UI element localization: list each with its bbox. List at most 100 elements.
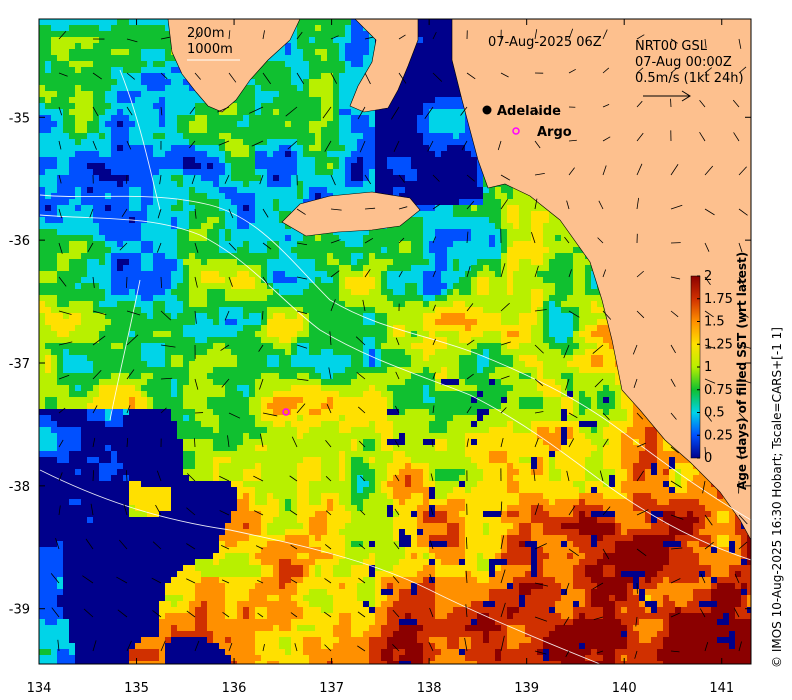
sst-age-cell: [291, 127, 298, 134]
sst-age-cell: [249, 157, 256, 164]
sst-age-cell: [63, 43, 70, 50]
sst-age-cell: [411, 109, 418, 116]
sst-age-cell: [135, 241, 142, 248]
sst-age-cell: [309, 49, 316, 56]
sst-age-cell: [117, 55, 124, 62]
sst-age-cell: [75, 91, 82, 98]
sst-age-cell: [99, 247, 106, 254]
sst-age-cell: [147, 97, 154, 104]
sst-age-cell: [381, 151, 388, 158]
sst-age-cell: [297, 109, 304, 116]
sst-age-cell: [135, 19, 142, 26]
sst-age-cell: [237, 121, 244, 128]
sst-age-cell: [45, 211, 52, 218]
sst-age-cell: [453, 205, 460, 212]
sst-age-cell: [471, 211, 478, 218]
sst-age-cell: [333, 145, 340, 152]
sst-age-cell: [489, 187, 496, 194]
sst-age-cell: [129, 19, 136, 26]
sst-age-cell: [237, 169, 244, 176]
sst-age-cell: [69, 175, 76, 182]
sst-age-cell: [261, 127, 268, 134]
sst-age-cell: [417, 253, 424, 260]
sst-age-cell: [117, 163, 124, 170]
sst-age-cell: [39, 19, 46, 26]
sst-age-cell: [117, 139, 124, 146]
sst-age-cell: [39, 121, 46, 128]
sst-age-cell: [261, 169, 268, 176]
sst-age-cell: [369, 145, 376, 152]
sst-age-cell: [285, 85, 292, 92]
sst-age-cell: [141, 109, 148, 116]
sst-age-cell: [201, 181, 208, 188]
sst-age-cell: [69, 187, 76, 194]
sst-age-cell: [159, 145, 166, 152]
sst-age-cell: [219, 127, 226, 134]
sst-age-cell: [357, 67, 364, 74]
sst-age-cell: [477, 205, 484, 212]
sst-age-cell: [351, 157, 358, 164]
sst-age-cell: [207, 169, 214, 176]
sst-age-cell: [387, 109, 394, 116]
sst-age-cell: [147, 19, 154, 26]
sst-age-cell: [465, 193, 472, 200]
sst-age-cell: [417, 55, 424, 62]
sst-age-cell: [153, 61, 160, 68]
sst-age-cell: [435, 241, 442, 248]
sst-age-cell: [321, 265, 328, 272]
sst-age-cell: [363, 253, 370, 260]
sst-age-cell: [507, 193, 514, 200]
sst-age-cell: [315, 151, 322, 158]
sst-age-cell: [39, 217, 46, 224]
sst-age-cell: [231, 199, 238, 206]
sst-age-cell: [147, 223, 154, 230]
sst-age-cell: [207, 109, 214, 116]
sst-age-cell: [339, 67, 346, 74]
sst-age-cell: [351, 241, 358, 248]
sst-age-cell: [279, 115, 286, 122]
sst-age-cell: [297, 181, 304, 188]
sst-age-cell: [123, 229, 130, 236]
sst-age-cell: [81, 199, 88, 206]
sst-age-cell: [123, 259, 130, 266]
sst-age-cell: [303, 181, 310, 188]
sst-age-cell: [267, 235, 274, 242]
sst-age-cell: [519, 235, 526, 242]
sst-age-cell: [315, 19, 322, 26]
sst-age-cell: [171, 67, 178, 74]
sst-age-cell: [51, 31, 58, 38]
sst-age-cell: [303, 133, 310, 140]
sst-age-cell: [273, 223, 280, 230]
sst-age-cell: [285, 103, 292, 110]
sst-age-cell: [489, 259, 496, 266]
sst-age-cell: [351, 121, 358, 128]
sst-age-cell: [465, 205, 472, 212]
sst-age-cell: [111, 37, 118, 44]
sst-age-cell: [279, 235, 286, 242]
sst-age-cell: [273, 235, 280, 242]
sst-age-cell: [345, 37, 352, 44]
sst-age-cell: [279, 67, 286, 74]
sst-age-cell: [279, 121, 286, 128]
sst-age-cell: [369, 247, 376, 254]
sst-age-cell: [387, 133, 394, 140]
sst-age-cell: [273, 211, 280, 218]
sst-age-cell: [399, 127, 406, 134]
sst-age-cell: [111, 127, 118, 134]
sst-age-cell: [57, 91, 64, 98]
sst-age-cell: [135, 55, 142, 62]
sst-age-cell: [513, 193, 520, 200]
sst-age-cell: [393, 133, 400, 140]
sst-age-cell: [201, 217, 208, 224]
sst-age-cell: [105, 67, 112, 74]
sst-age-cell: [303, 163, 310, 170]
sst-age-cell: [435, 163, 442, 170]
sst-age-cell: [81, 31, 88, 38]
sst-age-cell: [177, 121, 184, 128]
sst-age-cell: [435, 265, 442, 272]
sst-age-cell: [135, 247, 142, 254]
sst-age-cell: [129, 181, 136, 188]
sst-age-cell: [429, 121, 436, 128]
sst-age-cell: [45, 253, 52, 260]
sst-age-cell: [87, 49, 94, 56]
